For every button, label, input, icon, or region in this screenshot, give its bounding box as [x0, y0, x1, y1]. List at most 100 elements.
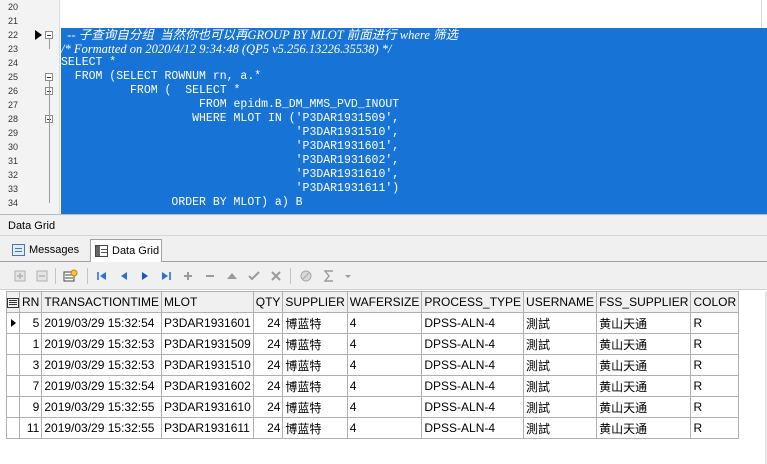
cell-username[interactable]: 測試: [523, 333, 598, 355]
table-row[interactable]: 11 2019/03/29 15:32:55 P3DAR1931611 24 博蓝特 4 D…: [6, 417, 740, 439]
editor-text-area[interactable]: -- 子查询自分组 当然你也可以再GROUP BY MLOT 前面进行 wher…: [61, 0, 767, 214]
column-header-username[interactable]: USERNAME: [523, 291, 598, 313]
cell-fss_supplier[interactable]: 黄山天通: [596, 354, 692, 376]
row-indicator[interactable]: [6, 396, 20, 418]
cell-wafersize[interactable]: 4: [346, 396, 423, 418]
fold-toggle-icon[interactable]: [45, 31, 53, 39]
cell-transactiontime[interactable]: 2019/03/29 15:32:54: [41, 312, 163, 334]
cell-supplier[interactable]: 博蓝特: [282, 396, 348, 418]
tab-data-grid[interactable]: Data Grid: [90, 239, 162, 263]
cell-supplier[interactable]: 博蓝特: [282, 354, 348, 376]
cell-process_type[interactable]: DPSS-ALN-4: [421, 375, 525, 397]
cell-process_type[interactable]: DPSS-ALN-4: [421, 312, 525, 334]
cell-username[interactable]: 測試: [523, 417, 598, 439]
cell-mlot[interactable]: P3DAR1931509: [161, 333, 254, 355]
cancel-icon[interactable]: [268, 268, 284, 284]
row-indicator[interactable]: [6, 354, 20, 376]
cell-supplier[interactable]: 博蓝特: [282, 312, 348, 334]
cell-fss_supplier[interactable]: 黄山天通: [596, 375, 692, 397]
cell-transactiontime[interactable]: 2019/03/29 15:32:53: [41, 333, 163, 355]
table-row[interactable]: 3 2019/03/29 15:32:53 P3DAR1931510 24 博蓝特 4 DP…: [6, 354, 740, 376]
next-record-icon[interactable]: [137, 268, 153, 284]
cell-transactiontime[interactable]: 2019/03/29 15:32:55: [41, 396, 163, 418]
column-header-rn[interactable]: RN: [18, 291, 43, 313]
cell-rn[interactable]: 7: [18, 375, 43, 397]
cell-mlot[interactable]: P3DAR1931510: [161, 354, 254, 376]
column-header-mlot[interactable]: MLOT: [161, 291, 254, 313]
cell-color[interactable]: R: [690, 354, 740, 376]
delete-row-icon[interactable]: [34, 268, 50, 284]
column-header-qty[interactable]: QTY: [252, 291, 284, 313]
cell-process_type[interactable]: DPSS-ALN-4: [421, 417, 525, 439]
table-row[interactable]: 5 2019/03/29 15:32:54 P3DAR1931601 24 博蓝特 4 DP…: [6, 312, 740, 334]
cell-wafersize[interactable]: 4: [346, 375, 423, 397]
cell-wafersize[interactable]: 4: [346, 333, 423, 355]
cell-qty[interactable]: 24: [252, 312, 284, 334]
cell-username[interactable]: 測試: [523, 375, 598, 397]
fold-toggle-icon[interactable]: [45, 73, 53, 81]
table-row[interactable]: 1 2019/03/29 15:32:53 P3DAR1931509 24 博蓝特 4 DP…: [6, 333, 740, 355]
cell-color[interactable]: R: [690, 375, 740, 397]
last-record-icon[interactable]: [158, 268, 174, 284]
column-header-wafersize[interactable]: WAFERSIZE: [346, 291, 423, 313]
add-icon[interactable]: [180, 268, 196, 284]
sql-editor[interactable]: 20 21 22 23 24 25 26 27 28 29 30 31 32 33 34 -- 子查询自分组…: [0, 0, 767, 214]
data-grid[interactable]: RN TRANSACTIONTIME MLOT QTY SUPPLIER WAFERSIZ…: [6, 291, 740, 439]
cell-rn[interactable]: 9: [18, 396, 43, 418]
row-indicator[interactable]: [6, 375, 20, 397]
move-up-icon[interactable]: [224, 268, 240, 284]
column-header-color[interactable]: COLOR: [690, 291, 740, 313]
cell-process_type[interactable]: DPSS-ALN-4: [421, 333, 525, 355]
row-indicator[interactable]: [6, 417, 20, 439]
cell-fss_supplier[interactable]: 黄山天通: [596, 333, 692, 355]
table-row[interactable]: 9 2019/03/29 15:32:55 P3DAR1931610 24 博蓝特 4 DP…: [6, 396, 740, 418]
cell-fss_supplier[interactable]: 黄山天通: [596, 396, 692, 418]
tab-messages[interactable]: Messages: [8, 239, 88, 262]
cell-username[interactable]: 測試: [523, 396, 598, 418]
column-header-fss_supplier[interactable]: FSS_SUPPLIER: [596, 291, 692, 313]
insert-row-icon[interactable]: [12, 268, 28, 284]
cell-color[interactable]: R: [690, 312, 740, 334]
cell-color[interactable]: R: [690, 396, 740, 418]
cell-supplier[interactable]: 博蓝特: [282, 417, 348, 439]
cell-mlot[interactable]: P3DAR1931611: [161, 417, 254, 439]
cell-transactiontime[interactable]: 2019/03/29 15:32:54: [41, 375, 163, 397]
cell-qty[interactable]: 24: [252, 417, 284, 439]
sum-icon[interactable]: [321, 268, 337, 284]
grid-corner-cell[interactable]: [6, 291, 20, 313]
post-icon[interactable]: [246, 268, 262, 284]
cell-rn[interactable]: 11: [18, 417, 43, 439]
cell-process_type[interactable]: DPSS-ALN-4: [421, 396, 525, 418]
cell-wafersize[interactable]: 4: [346, 312, 423, 334]
cell-qty[interactable]: 24: [252, 333, 284, 355]
cell-wafersize[interactable]: 4: [346, 417, 423, 439]
cell-fss_supplier[interactable]: 黄山天通: [596, 312, 692, 334]
first-record-icon[interactable]: [94, 268, 110, 284]
refresh-icon[interactable]: [62, 268, 78, 284]
row-indicator[interactable]: [6, 333, 20, 355]
cell-rn[interactable]: 3: [18, 354, 43, 376]
cell-qty[interactable]: 24: [252, 375, 284, 397]
column-header-supplier[interactable]: SUPPLIER: [282, 291, 348, 313]
cell-process_type[interactable]: DPSS-ALN-4: [421, 354, 525, 376]
cell-mlot[interactable]: P3DAR1931601: [161, 312, 254, 334]
filter-icon[interactable]: [298, 268, 314, 284]
table-row[interactable]: 7 2019/03/29 15:32:54 P3DAR1931602 24 博蓝特 4 DP…: [6, 375, 740, 397]
remove-icon[interactable]: [202, 268, 218, 284]
cell-supplier[interactable]: 博蓝特: [282, 333, 348, 355]
cell-rn[interactable]: 1: [18, 333, 43, 355]
cell-transactiontime[interactable]: 2019/03/29 15:32:55: [41, 417, 163, 439]
column-header-transactiontime[interactable]: TRANSACTIONTIME: [41, 291, 163, 313]
cell-wafersize[interactable]: 4: [346, 354, 423, 376]
cell-color[interactable]: R: [690, 333, 740, 355]
dropdown-icon[interactable]: [340, 268, 356, 284]
cell-username[interactable]: 測試: [523, 354, 598, 376]
cell-username[interactable]: 測試: [523, 312, 598, 334]
cell-mlot[interactable]: P3DAR1931602: [161, 375, 254, 397]
cell-qty[interactable]: 24: [252, 396, 284, 418]
cell-supplier[interactable]: 博蓝特: [282, 375, 348, 397]
column-header-process_type[interactable]: PROCESS_TYPE: [421, 291, 525, 313]
cell-transactiontime[interactable]: 2019/03/29 15:32:53: [41, 354, 163, 376]
cell-fss_supplier[interactable]: 黄山天通: [596, 417, 692, 439]
cell-mlot[interactable]: P3DAR1931610: [161, 396, 254, 418]
